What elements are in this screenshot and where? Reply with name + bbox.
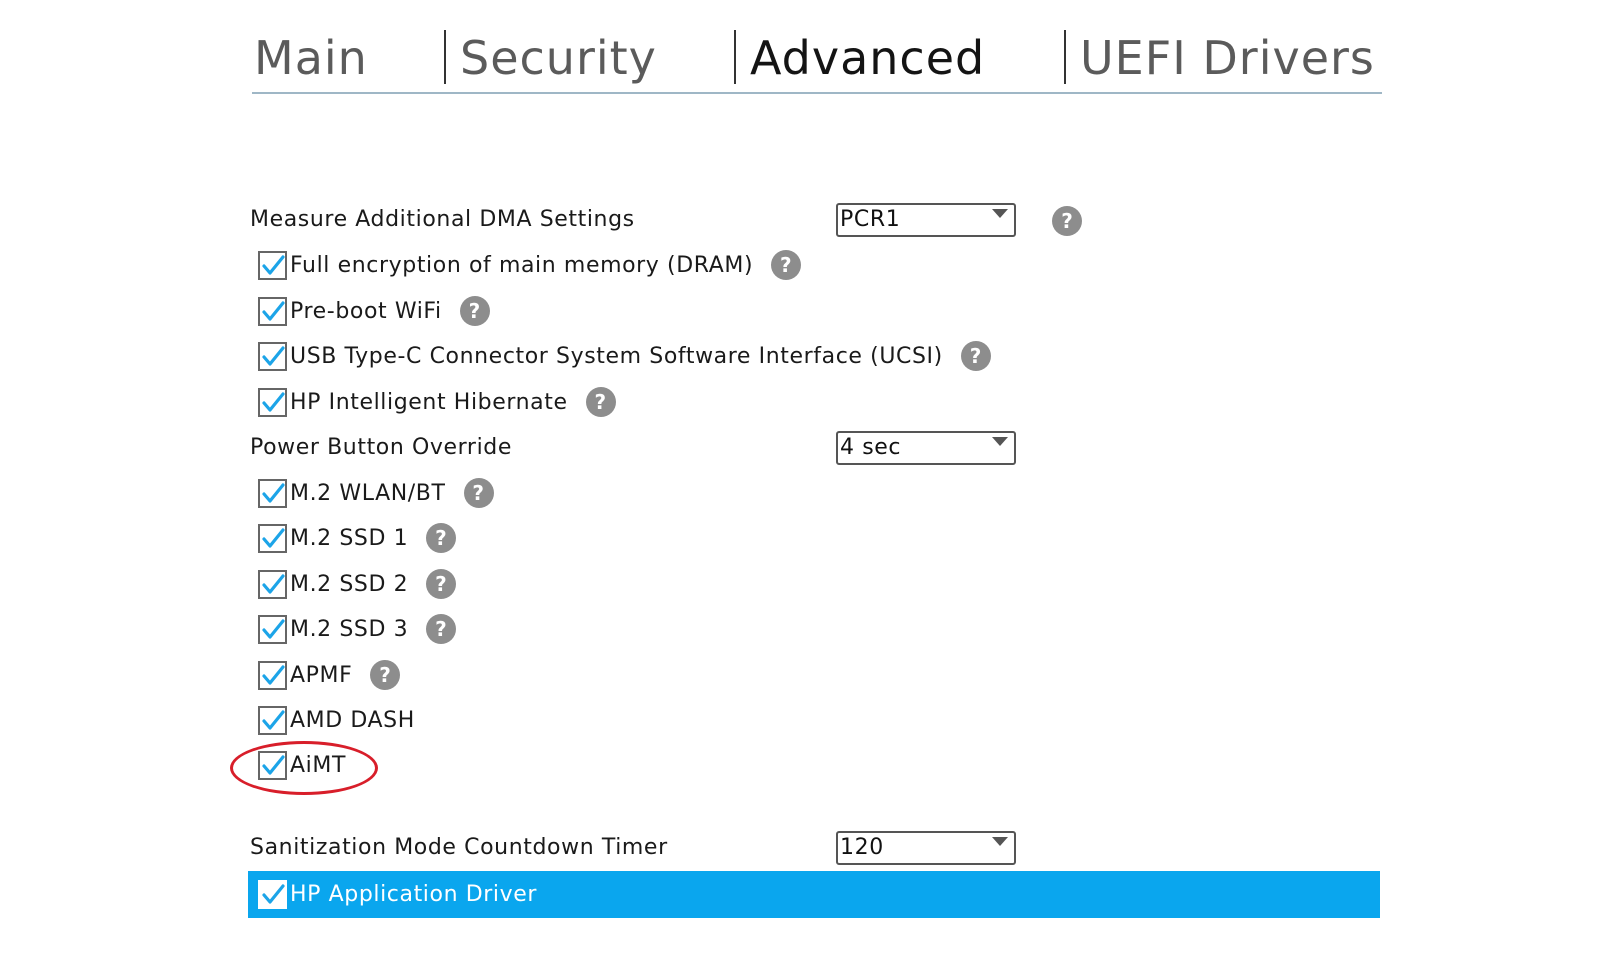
wlan-label: M.2 WLAN/BT bbox=[290, 480, 446, 506]
help-circle-icon[interactable]: ? bbox=[370, 660, 401, 690]
hp-app-driver-label: HP Application Driver bbox=[290, 881, 538, 907]
preboot-wifi-row[interactable]: Pre-boot WiFi ? bbox=[258, 288, 490, 334]
sanitization-select[interactable]: 120 bbox=[836, 831, 1016, 865]
checkmark-icon bbox=[262, 573, 285, 594]
power-button-value: 4 sec bbox=[840, 435, 902, 460]
tab-uefi-drivers[interactable]: UEFI Drivers bbox=[1080, 30, 1375, 86]
help-circle-icon[interactable]: ? bbox=[426, 569, 457, 599]
apmf-row[interactable]: APMF ? bbox=[258, 652, 401, 698]
ssd1-row[interactable]: M.2 SSD 1 ? bbox=[258, 515, 457, 561]
help-circle-icon[interactable]: ? bbox=[1052, 206, 1082, 236]
hibernate-label: HP Intelligent Hibernate bbox=[290, 389, 568, 415]
amd-dash-label: AMD DASH bbox=[290, 707, 415, 733]
ssd1-label: M.2 SSD 1 bbox=[290, 525, 409, 551]
apmf-label: APMF bbox=[290, 662, 353, 688]
wlan-checkbox[interactable] bbox=[258, 478, 287, 508]
help-circle-icon[interactable]: ? bbox=[426, 614, 457, 644]
tab-separator bbox=[1064, 30, 1066, 84]
dma-setting-row: Measure Additional DMA Settings bbox=[250, 196, 635, 242]
help-circle-icon[interactable]: ? bbox=[960, 341, 991, 371]
help-circle-icon[interactable]: ? bbox=[463, 478, 494, 508]
wlan-row[interactable]: M.2 WLAN/BT ? bbox=[258, 470, 494, 516]
preboot-wifi-label: Pre-boot WiFi bbox=[290, 298, 442, 324]
hp-app-driver-checkbox[interactable] bbox=[258, 879, 287, 909]
tab-main[interactable]: Main bbox=[254, 30, 368, 86]
sanitization-row: Sanitization Mode Countdown Timer bbox=[250, 824, 668, 870]
ucsi-label: USB Type-C Connector System Software Int… bbox=[290, 343, 943, 369]
checkmark-icon bbox=[262, 300, 285, 321]
ssd1-checkbox[interactable] bbox=[258, 523, 287, 553]
tab-separator bbox=[734, 30, 736, 84]
annotation-circle bbox=[230, 741, 378, 795]
tab-separator bbox=[444, 30, 446, 84]
checkmark-icon bbox=[262, 391, 285, 412]
dma-setting-select[interactable]: PCR1 bbox=[836, 203, 1016, 237]
hibernate-checkbox[interactable] bbox=[258, 387, 287, 417]
power-button-select[interactable]: 4 sec bbox=[836, 431, 1016, 465]
ucsi-checkbox[interactable] bbox=[258, 341, 287, 371]
help-circle-icon[interactable]: ? bbox=[771, 250, 802, 280]
dma-setting-value: PCR1 bbox=[840, 207, 901, 232]
power-button-row: Power Button Override bbox=[250, 424, 512, 470]
tab-bar: Main Security Advanced UEFI Drivers bbox=[252, 28, 1382, 94]
apmf-checkbox[interactable] bbox=[258, 660, 287, 690]
dma-setting-label: Measure Additional DMA Settings bbox=[250, 206, 635, 232]
hibernate-row[interactable]: HP Intelligent Hibernate ? bbox=[258, 379, 616, 425]
chevron-down-icon bbox=[992, 837, 1008, 846]
chevron-down-icon bbox=[992, 437, 1008, 446]
help-circle-icon[interactable]: ? bbox=[459, 296, 490, 326]
sanitization-label: Sanitization Mode Countdown Timer bbox=[250, 834, 668, 860]
checkmark-icon bbox=[262, 883, 285, 904]
ssd2-row[interactable]: M.2 SSD 2 ? bbox=[258, 561, 457, 607]
help-circle-icon[interactable]: ? bbox=[585, 387, 616, 417]
tab-security[interactable]: Security bbox=[460, 30, 657, 86]
checkmark-icon bbox=[262, 345, 285, 366]
ssd3-label: M.2 SSD 3 bbox=[290, 616, 409, 642]
tab-advanced[interactable]: Advanced bbox=[750, 30, 985, 86]
preboot-wifi-checkbox[interactable] bbox=[258, 296, 287, 326]
ucsi-row[interactable]: USB Type-C Connector System Software Int… bbox=[258, 333, 991, 379]
checkmark-icon bbox=[262, 254, 285, 275]
help-circle-icon[interactable]: ? bbox=[426, 523, 457, 553]
ssd3-checkbox[interactable] bbox=[258, 614, 287, 644]
amd-dash-checkbox[interactable] bbox=[258, 705, 287, 735]
checkmark-icon bbox=[262, 527, 285, 548]
chevron-down-icon bbox=[992, 209, 1008, 218]
ssd3-row[interactable]: M.2 SSD 3 ? bbox=[258, 606, 457, 652]
amd-dash-row[interactable]: AMD DASH bbox=[258, 697, 415, 743]
sanitization-value: 120 bbox=[840, 835, 884, 860]
selected-row-highlight: HP Application Driver bbox=[248, 871, 1380, 918]
full-encryption-checkbox[interactable] bbox=[258, 250, 287, 280]
ssd2-label: M.2 SSD 2 bbox=[290, 571, 409, 597]
checkmark-icon bbox=[262, 618, 285, 639]
ssd2-checkbox[interactable] bbox=[258, 569, 287, 599]
power-button-label: Power Button Override bbox=[250, 434, 512, 460]
full-encryption-label: Full encryption of main memory (DRAM) bbox=[290, 252, 754, 278]
checkmark-icon bbox=[262, 482, 285, 503]
checkmark-icon bbox=[262, 709, 285, 730]
full-encryption-row[interactable]: Full encryption of main memory (DRAM) ? bbox=[258, 242, 802, 288]
checkmark-icon bbox=[262, 664, 285, 685]
hp-app-driver-row[interactable]: HP Application Driver bbox=[258, 871, 537, 917]
